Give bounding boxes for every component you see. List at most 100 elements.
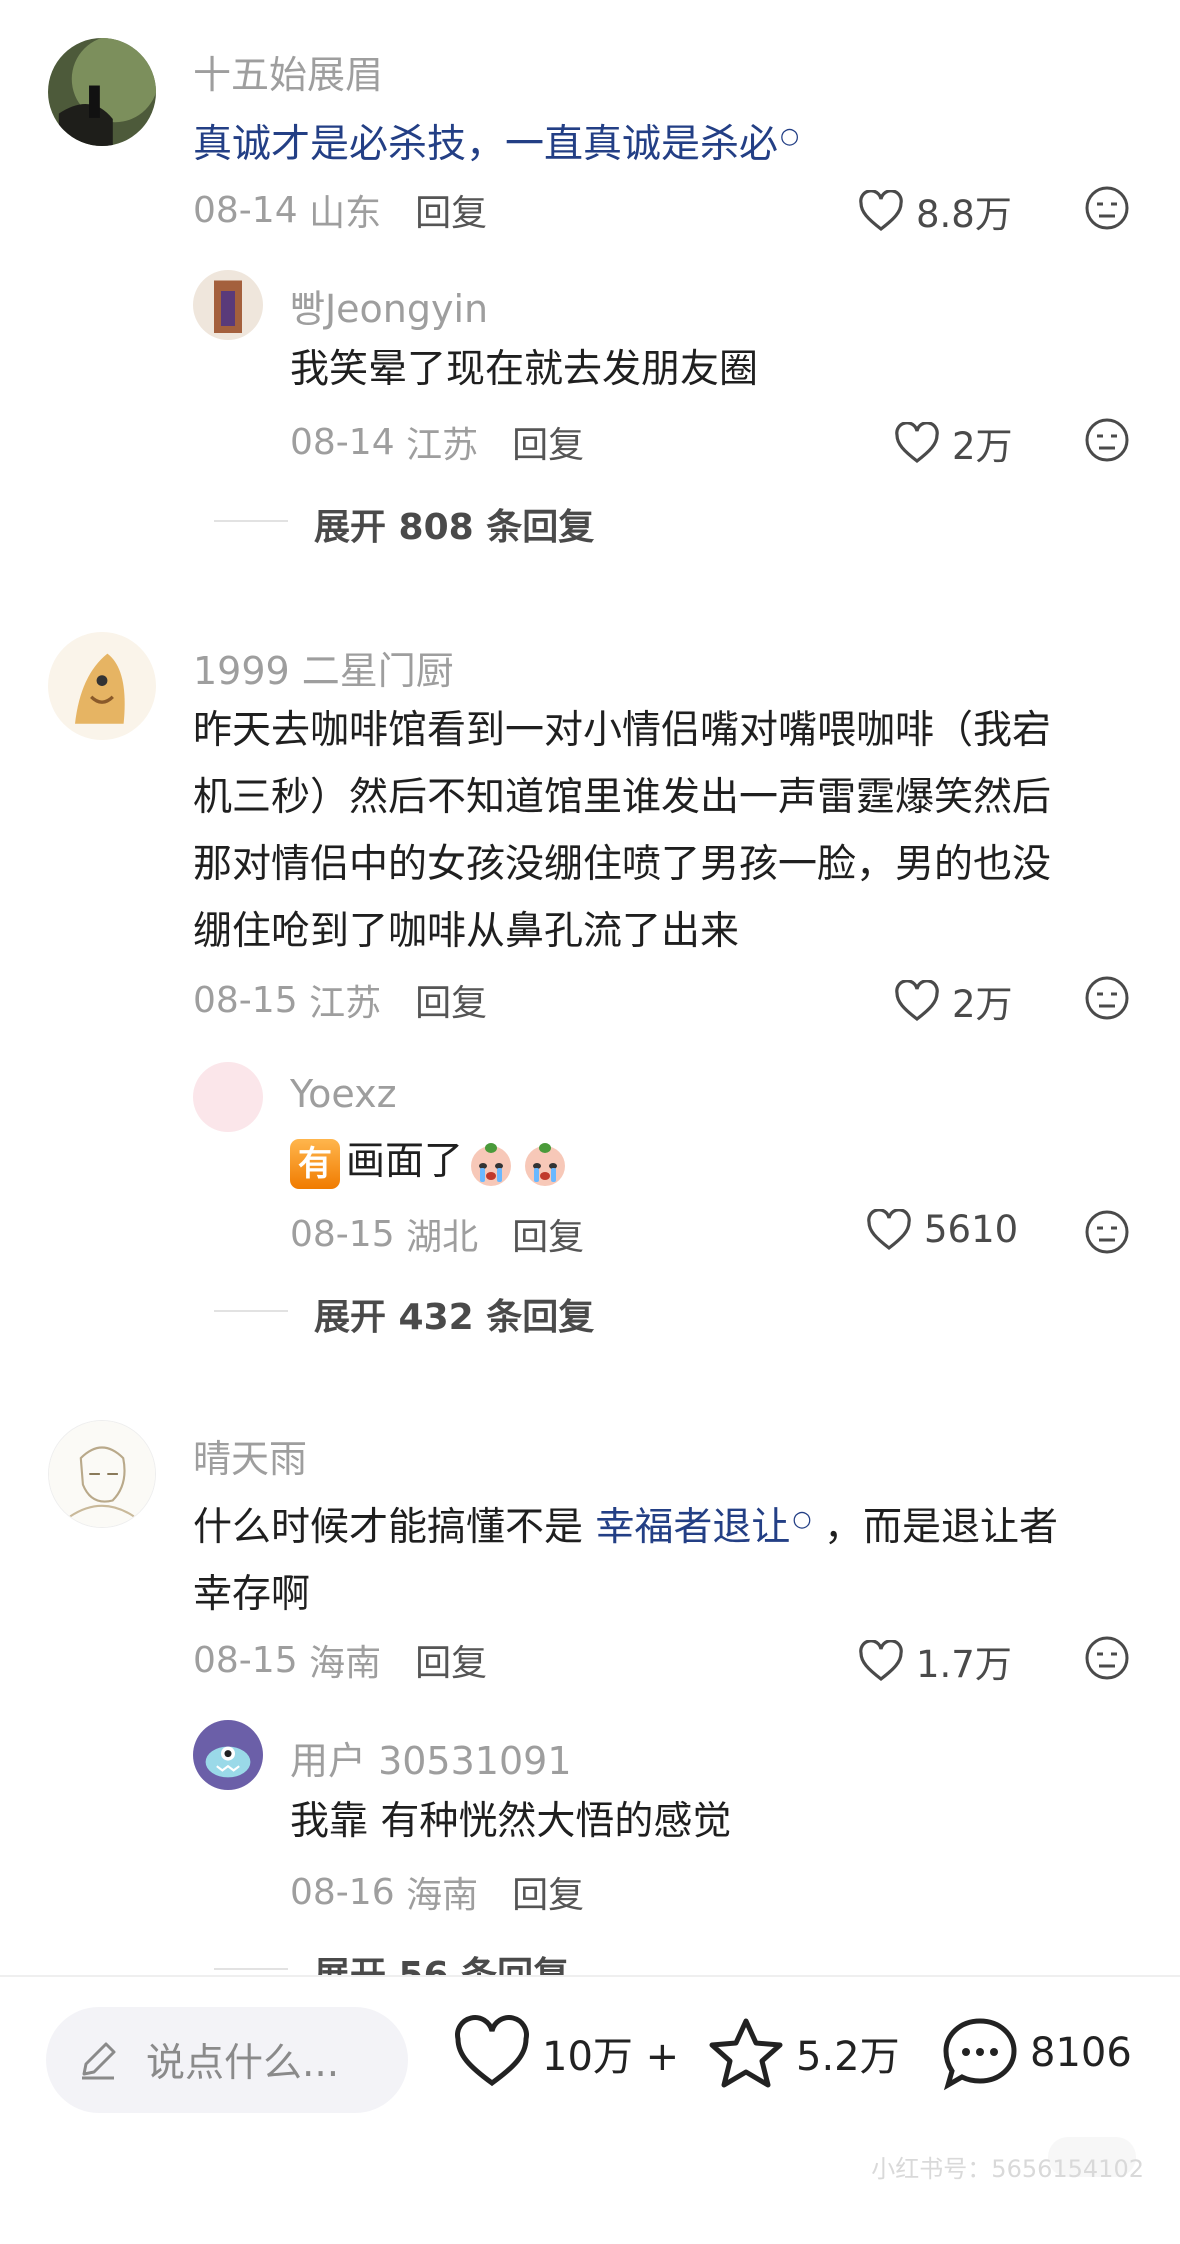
text-segment: 什么时候才能搞懂不是 <box>193 1505 596 1550</box>
comment-date: 08-14 <box>193 189 298 231</box>
comment-meta: 08-15 海南 回复 <box>193 1634 487 1686</box>
comment-text-content: 画面了 <box>346 1139 464 1184</box>
like-button[interactable]: 8.8万 <box>858 184 1012 238</box>
comment-text: 真诚才是必杀技，一直真诚是杀必○ <box>193 103 799 178</box>
unhappy-face-icon <box>1085 1636 1129 1680</box>
dislike-button[interactable] <box>1083 974 1131 1022</box>
comment-text: 我靠 有种恍然大悟的感觉 <box>290 1799 732 1844</box>
search-icon[interactable]: ○ <box>780 124 799 149</box>
heart-icon <box>455 2015 529 2087</box>
comment-date: 08-15 <box>193 1639 298 1681</box>
expand-replies-button[interactable]: 展开 808 条回复 <box>214 498 595 550</box>
like-count: 1.7万 <box>916 1643 1012 1686</box>
like-count: 2万 <box>952 983 1013 1026</box>
avatar[interactable] <box>48 1420 156 1528</box>
username[interactable]: 빵Jeongyin <box>290 278 488 333</box>
expand-replies-label: 展开 808 条回复 <box>314 507 595 548</box>
comment-text-link[interactable]: 真诚才是必杀技，一直真诚是杀必 <box>193 122 778 167</box>
divider <box>214 1968 288 1970</box>
comment-location: 海南 <box>406 1875 479 1916</box>
expand-replies-button[interactable]: 展开 432 条回复 <box>214 1288 595 1340</box>
unhappy-face-icon <box>1085 418 1129 462</box>
comment-text: 我笑晕了现在就去发朋友圈 <box>290 347 759 392</box>
like-button[interactable]: 5610 <box>866 1208 1018 1251</box>
watermark: 小红书号：5656154102 <box>871 2155 1144 2183</box>
reply-button[interactable]: 回复 <box>512 416 584 468</box>
unhappy-face-icon <box>1085 1210 1129 1254</box>
favorite-button[interactable]: 5.2万 <box>706 2015 900 2091</box>
divider <box>214 1310 288 1312</box>
heart-icon <box>859 1640 903 1682</box>
like-button[interactable]: 1.7万 <box>858 1634 1012 1688</box>
comment-meta: 08-16 海南 回复 <box>290 1866 584 1918</box>
comment-date: 08-15 <box>193 979 298 1021</box>
unhappy-face-icon <box>1085 186 1129 230</box>
reply-button[interactable]: 回复 <box>512 1208 584 1260</box>
comments-button[interactable]: 8106 <box>940 2015 1132 2091</box>
username[interactable]: 1999 二星门厨 <box>193 640 454 695</box>
comment-text-line: 什么时候才能搞懂不是 幸福者退让○ ，而是退让者 <box>193 1486 1058 1561</box>
heart-icon <box>859 190 903 232</box>
avatar[interactable] <box>193 1720 263 1790</box>
comment-date: 08-14 <box>290 421 395 463</box>
divider <box>214 520 288 522</box>
reply-button[interactable]: 回复 <box>415 184 487 236</box>
comment-location: 山东 <box>309 193 382 234</box>
bottom-action-bar: 说点什么... 10万 + 5.2万 8106 小红书号：5656154102 <box>0 1975 1180 2244</box>
comment-meta: 08-14 江苏 回复 <box>290 416 584 468</box>
like-count: 5610 <box>924 1208 1019 1251</box>
comment-text-line: 幸存啊 <box>193 1572 311 1617</box>
username[interactable]: 晴天雨 <box>193 1428 307 1483</box>
search-topic-link[interactable]: 幸福者退让 <box>595 1505 790 1550</box>
comment-text: 昨天去咖啡馆看到一对小情侣嘴对嘴喂咖啡（我宕 机三秒）然后不知道馆里谁发出一声雷… <box>193 697 1051 965</box>
dislike-button[interactable] <box>1083 184 1131 232</box>
search-icon[interactable]: ○ <box>792 1507 811 1532</box>
dislike-button[interactable] <box>1083 416 1131 464</box>
reply-button[interactable]: 回复 <box>415 1634 487 1686</box>
unhappy-face-icon <box>1085 976 1129 1020</box>
comment-location: 湖北 <box>406 1217 479 1258</box>
dislike-button[interactable] <box>1083 1634 1131 1682</box>
username[interactable]: Yoexz <box>290 1072 397 1116</box>
expand-replies-button[interactable]: 展开 56 条回复 <box>214 1946 569 1975</box>
like-button[interactable]: 2万 <box>894 974 1013 1028</box>
text-segment: ，而是退让者 <box>811 1505 1059 1550</box>
username[interactable]: 十五始展眉 <box>193 44 383 99</box>
reply-button[interactable]: 回复 <box>512 1866 584 1918</box>
avatar[interactable] <box>193 270 263 340</box>
heart-icon <box>895 422 939 464</box>
expand-replies-label: 展开 56 条回复 <box>314 1946 569 1975</box>
comment-meta: 08-14 山东 回复 <box>193 184 487 236</box>
comment-count: 8106 <box>1030 2030 1132 2076</box>
comment-list: 十五始展眉 真诚才是必杀技，一直真诚是杀必○ 08-14 山东 回复 8.8万 빵… <box>0 0 1180 1975</box>
avatar[interactable] <box>48 38 156 146</box>
comment-text: 有画面了 <box>290 1128 571 1195</box>
pencil-icon <box>82 2042 116 2080</box>
like-post-button[interactable]: 10万 + <box>452 2015 679 2091</box>
comment-meta: 08-15 湖北 回复 <box>290 1208 584 1260</box>
reply-button[interactable]: 回复 <box>415 974 487 1026</box>
like-count: 8.8万 <box>916 193 1012 236</box>
comment-input-placeholder: 说点什么... <box>146 2041 340 2086</box>
dislike-button[interactable] <box>1083 1208 1131 1256</box>
favorite-count: 5.2万 <box>796 2034 900 2080</box>
comment-text-line: 绷住呛到了咖啡从鼻孔流了出来 <box>193 909 740 954</box>
like-count: 2万 <box>952 425 1013 468</box>
avatar[interactable] <box>193 1062 263 1132</box>
comment-date: 08-15 <box>290 1213 395 1255</box>
comment-input[interactable]: 说点什么... <box>46 2007 408 2113</box>
comment-location: 江苏 <box>406 425 479 466</box>
crying-emoji-icon <box>471 1142 512 1186</box>
like-button[interactable]: 2万 <box>894 416 1013 470</box>
post-like-count: 10万 + <box>542 2034 680 2080</box>
avatar[interactable] <box>48 632 156 740</box>
chat-bubble-icon <box>943 2018 1017 2091</box>
comment-date: 08-16 <box>290 1871 395 1913</box>
comment-text: 什么时候才能搞懂不是 幸福者退让○ ，而是退让者 幸存啊 <box>193 1486 1058 1628</box>
comment-text-line: 机三秒）然后不知道馆里谁发出一声雷霆爆笑然后 <box>193 775 1052 820</box>
expand-replies-label: 展开 432 条回复 <box>314 1297 595 1338</box>
crying-emoji-icon <box>525 1142 566 1186</box>
comment-location: 海南 <box>309 1643 382 1684</box>
comment-text-line: 昨天去咖啡馆看到一对小情侣嘴对嘴喂咖啡（我宕 <box>193 708 1052 753</box>
username[interactable]: 用户 30531091 <box>290 1730 572 1785</box>
